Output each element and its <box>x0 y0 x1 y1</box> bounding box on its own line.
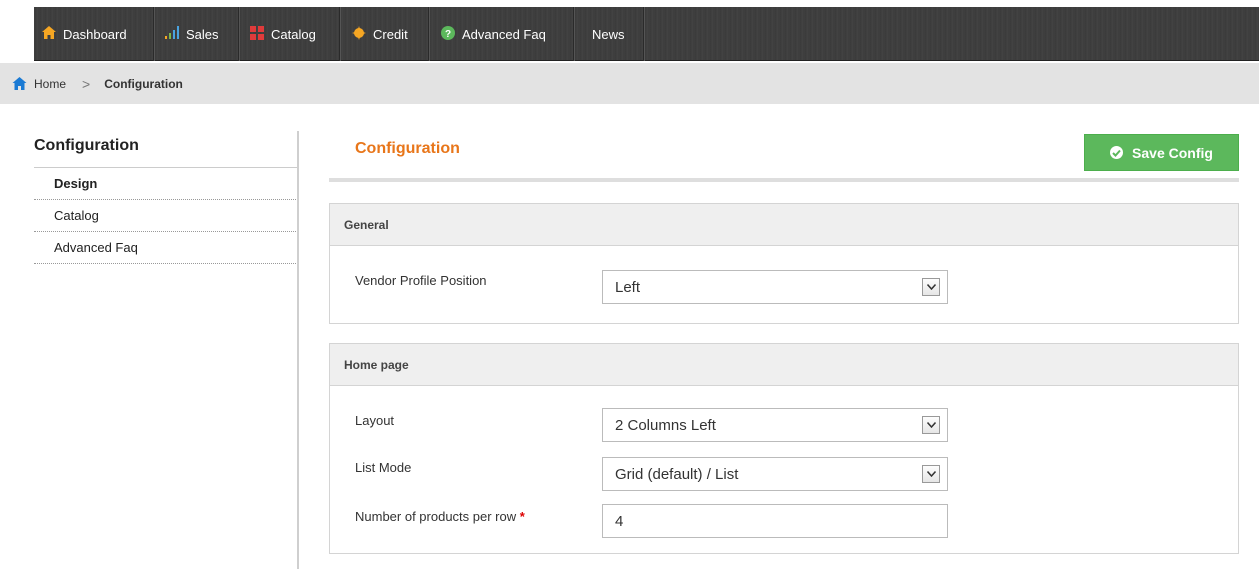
products-per-row-label: Number of products per row * <box>355 509 525 524</box>
nav-label: Catalog <box>271 26 316 42</box>
vendor-profile-position-select[interactable]: Left <box>602 270 948 304</box>
top-navigation: Dashboard Sales Catalog Credit ? Advance… <box>0 0 1259 64</box>
products-per-row-label-text: Number of products per row <box>355 509 517 524</box>
page-title: Configuration <box>355 140 460 157</box>
products-per-row-input[interactable] <box>602 504 948 538</box>
sidebar-item-catalog[interactable]: Catalog <box>34 200 298 232</box>
list-mode-select[interactable]: Grid (default) / List <box>602 457 948 491</box>
chevron-down-icon <box>922 465 940 483</box>
nav-label: News <box>592 26 625 42</box>
layout-select[interactable]: 2 Columns Left <box>602 408 948 442</box>
bar-chart-icon <box>165 26 179 42</box>
save-config-label: Save Config <box>1132 144 1213 161</box>
chevron-down-icon <box>922 278 940 296</box>
catalog-icon <box>250 25 264 43</box>
sidebar-item-advanced-faq[interactable]: Advanced Faq <box>34 232 298 264</box>
sidebar: Configuration Design Catalog Advanced Fa… <box>34 131 298 264</box>
top-nav-bar: Dashboard Sales Catalog Credit ? Advance… <box>34 7 1259 61</box>
chevron-down-icon <box>922 416 940 434</box>
check-circle-icon <box>1110 146 1124 159</box>
sidebar-title: Configuration <box>34 131 298 168</box>
general-panel-title: General <box>330 204 1238 246</box>
breadcrumb-current: Configuration <box>104 76 183 91</box>
layout-value: 2 Columns Left <box>615 416 716 434</box>
vendor-profile-position-value: Left <box>615 278 641 296</box>
home-page-panel-title: Home page <box>330 344 1238 386</box>
nav-item-credit[interactable]: Credit <box>352 7 408 61</box>
home-icon <box>12 77 27 90</box>
breadcrumb-separator: > <box>82 75 91 92</box>
breadcrumb: Home > Configuration <box>0 63 1259 104</box>
sidebar-item-design[interactable]: Design <box>34 168 298 200</box>
nav-item-news[interactable]: News <box>592 7 625 61</box>
help-icon: ? <box>441 25 455 43</box>
breadcrumb-home-link[interactable]: Home <box>12 77 66 91</box>
sidebar-divider <box>297 131 299 569</box>
svg-text:?: ? <box>445 29 451 40</box>
breadcrumb-home-label: Home <box>34 76 67 91</box>
nav-label: Advanced Faq <box>462 26 546 42</box>
home-icon <box>42 26 56 42</box>
nav-label: Sales <box>186 26 219 42</box>
home-page-panel: Home page Layout 2 Columns Left List Mod… <box>329 343 1239 554</box>
general-panel: General Vendor Profile Position Left <box>329 203 1239 324</box>
save-config-button[interactable]: Save Config <box>1084 134 1239 171</box>
required-marker: * <box>519 509 525 524</box>
nav-item-catalog[interactable]: Catalog <box>250 7 316 61</box>
nav-item-sales[interactable]: Sales <box>165 7 219 61</box>
credit-icon <box>352 25 366 43</box>
nav-label: Credit <box>373 26 408 42</box>
nav-item-dashboard[interactable]: Dashboard <box>42 7 127 61</box>
vendor-profile-position-label: Vendor Profile Position <box>355 273 487 288</box>
header-divider <box>329 178 1239 182</box>
nav-item-advanced-faq[interactable]: ? Advanced Faq <box>441 7 546 61</box>
list-mode-value: Grid (default) / List <box>615 465 739 483</box>
list-mode-label: List Mode <box>355 460 412 475</box>
layout-label: Layout <box>355 413 395 428</box>
nav-label: Dashboard <box>63 26 127 42</box>
